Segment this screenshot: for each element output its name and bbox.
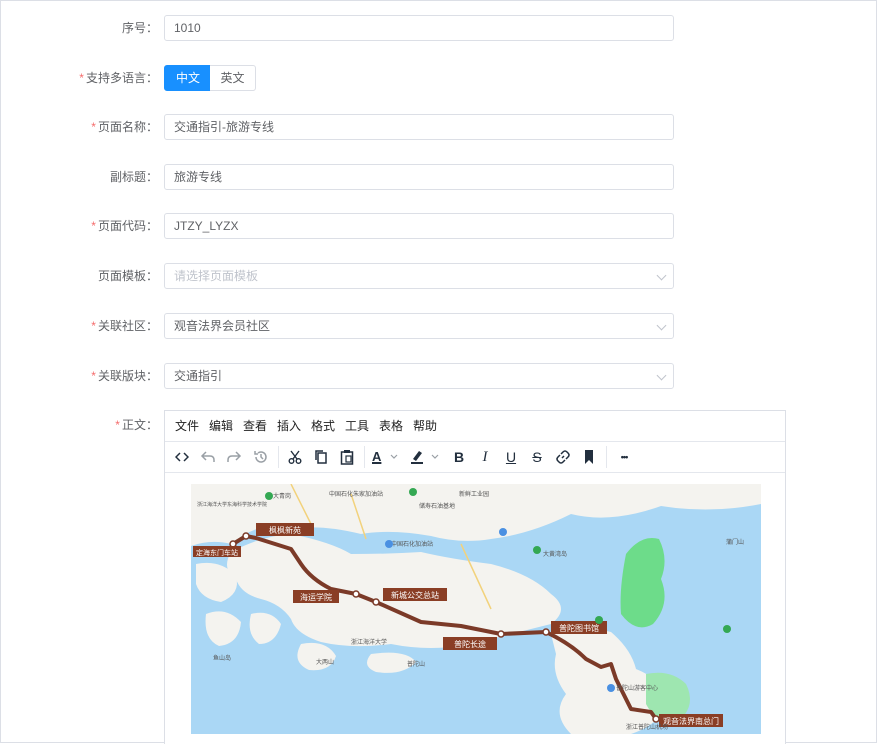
poi-marker-icon <box>607 684 615 692</box>
stop-label: 普陀图书馆 <box>559 623 599 633</box>
place-label: 浙江海洋大学东海科学技术学院 <box>197 501 267 508</box>
bookmark-icon[interactable] <box>576 442 602 472</box>
menu-view[interactable]: 查看 <box>243 411 267 441</box>
page-name-label: * 页面名称： <box>91 120 158 134</box>
place-label: 普陀山 <box>407 660 425 668</box>
place-label: 新鲜工业园 <box>459 490 489 498</box>
history-icon[interactable] <box>247 442 275 472</box>
place-label: 中国石化朱家加油站 <box>329 490 383 498</box>
community-select[interactable]: 观音法界会员社区 <box>164 313 674 339</box>
place-label: 大黄湾岛 <box>543 550 567 558</box>
menu-insert[interactable]: 插入 <box>277 411 301 441</box>
route-stop-marker <box>352 590 360 598</box>
template-row: 页面模板： 请选择页面模板 <box>0 263 877 289</box>
more-icon[interactable]: ••• <box>611 442 637 472</box>
italic-icon[interactable]: I <box>472 442 498 472</box>
place-label: 浙江海洋大学 <box>351 638 387 646</box>
stop-label: 定海东门车站 <box>196 548 238 557</box>
body-label: * 正文： <box>115 418 158 432</box>
chevron-down-icon <box>656 370 667 381</box>
place-label: 蒲门山 <box>726 538 744 546</box>
subtitle-label: 副标题： <box>109 170 158 184</box>
menu-table[interactable]: 表格 <box>379 411 403 441</box>
lang-english-button[interactable]: 英文 <box>210 65 256 91</box>
poi-marker-icon <box>409 488 417 496</box>
place-label: 浙江普陀山机场 <box>626 723 668 731</box>
stop-label: 观音法界南总门 <box>663 716 719 726</box>
multilang-row: * 支持多语言： 中文 英文 <box>0 65 877 91</box>
page-code-label: * 页面代码： <box>91 219 158 233</box>
community-value: 观音法界会员社区 <box>174 319 271 333</box>
poi-marker-icon <box>723 625 731 633</box>
route-stop-marker <box>242 532 250 540</box>
seq-row: 序号： 1010 <box>0 15 877 41</box>
page-name-row: * 页面名称： 交通指引-旅游专线 <box>0 114 877 140</box>
rich-text-editor[interactable]: 文件 编辑 查看 插入 格式 工具 表格 帮助 A B I U S ••• 枫枫… <box>164 410 786 744</box>
community-label: * 关联社区： <box>91 319 158 333</box>
bold-icon[interactable]: B <box>446 442 472 472</box>
text-color-icon[interactable]: A <box>368 442 406 472</box>
toolbar-separator <box>606 446 607 468</box>
poi-marker-icon <box>533 546 541 554</box>
page-code-input[interactable]: JTZY_LYZX <box>164 213 674 239</box>
route-stop-marker <box>497 630 505 638</box>
place-label: 鱼山岛 <box>213 654 231 662</box>
poi-marker-icon <box>499 528 507 536</box>
section-label: * 关联版块： <box>91 369 158 383</box>
place-label: 普陀山游客中心 <box>616 684 658 692</box>
seq-label: 序号： <box>121 21 158 35</box>
stop-label: 普陀长途 <box>454 639 486 649</box>
page-name-input[interactable]: 交通指引-旅游专线 <box>164 114 674 140</box>
subtitle-input[interactable]: 旅游专线 <box>164 164 674 190</box>
route-stop-marker <box>372 598 380 606</box>
route-stop-marker <box>652 715 660 723</box>
section-select[interactable]: 交通指引 <box>164 363 674 389</box>
section-row: * 关联版块： 交通指引 <box>0 363 877 389</box>
editor-toolbar: A B I U S ••• <box>165 442 785 473</box>
menu-tools[interactable]: 工具 <box>345 411 369 441</box>
strikethrough-icon[interactable]: S <box>524 442 550 472</box>
chevron-down-icon <box>656 320 667 331</box>
page-code-row: * 页面代码： JTZY_LYZX <box>0 213 877 239</box>
highlight-color-icon[interactable] <box>406 442 444 472</box>
cut-icon[interactable] <box>282 442 308 472</box>
paste-icon[interactable] <box>334 442 360 472</box>
code-icon[interactable] <box>169 442 195 472</box>
editor-menubar: 文件 编辑 查看 插入 格式 工具 表格 帮助 <box>165 411 785 442</box>
undo-icon[interactable] <box>195 442 221 472</box>
place-label: 大青岗 <box>273 492 291 500</box>
poi-marker-icon <box>595 616 603 624</box>
toolbar-separator <box>278 446 279 468</box>
chevron-down-icon <box>656 270 667 281</box>
subtitle-row: 副标题： 旅游专线 <box>0 164 877 190</box>
place-label: 储寿石油基地 <box>419 502 455 510</box>
stop-label: 新城公交总站 <box>391 590 439 600</box>
menu-help[interactable]: 帮助 <box>413 411 437 441</box>
stop-label: 海运学院 <box>300 592 332 602</box>
redo-icon[interactable] <box>221 442 247 472</box>
section-value: 交通指引 <box>174 369 223 383</box>
seq-input[interactable]: 1010 <box>164 15 674 41</box>
lang-chinese-button[interactable]: 中文 <box>164 65 212 91</box>
poi-marker-icon <box>265 492 273 500</box>
template-select[interactable]: 请选择页面模板 <box>164 263 674 289</box>
stop-label: 枫枫新苑 <box>269 525 301 535</box>
route-map-image[interactable]: 枫枫新苑 定海东门车站 海运学院 新城公交总站 普陀长途 普陀图书馆 观音法界南… <box>191 484 761 734</box>
community-row: * 关联社区： 观音法界会员社区 <box>0 313 877 339</box>
template-label: 页面模板： <box>97 269 158 283</box>
menu-format[interactable]: 格式 <box>311 411 335 441</box>
route-stop-marker <box>542 628 550 636</box>
template-placeholder: 请选择页面模板 <box>174 269 259 283</box>
place-label: 中国石化加油站 <box>391 540 433 548</box>
link-icon[interactable] <box>550 442 576 472</box>
menu-file[interactable]: 文件 <box>175 411 199 441</box>
toolbar-separator <box>364 446 365 468</box>
underline-icon[interactable]: U <box>498 442 524 472</box>
copy-icon[interactable] <box>308 442 334 472</box>
poi-marker-icon <box>385 540 393 548</box>
place-label: 大两山 <box>316 658 334 666</box>
multilang-label: * 支持多语言： <box>79 71 158 85</box>
menu-edit[interactable]: 编辑 <box>209 411 233 441</box>
